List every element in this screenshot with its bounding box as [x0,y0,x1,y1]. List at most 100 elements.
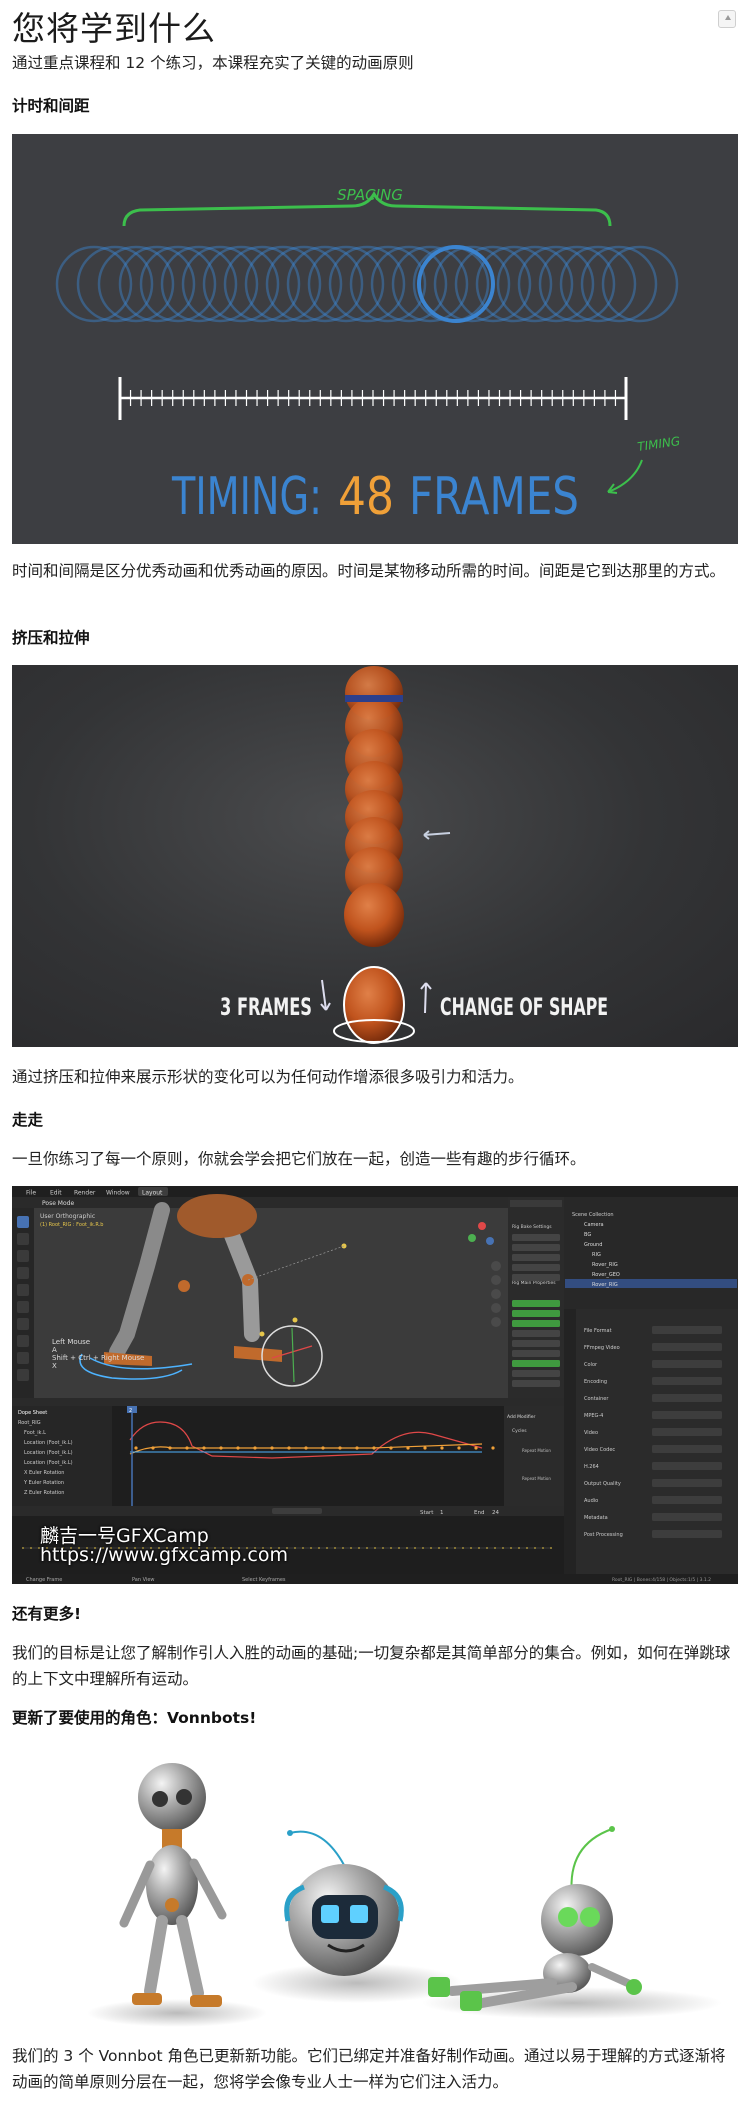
menu-item[interactable]: File [26,1190,36,1197]
keyframe[interactable] [168,1446,172,1450]
keyframe[interactable] [372,1446,376,1450]
keyframe[interactable] [236,1446,240,1450]
section-heading-timing: 计时和间距 [12,97,90,115]
panel-field[interactable] [512,1300,560,1307]
keyframe[interactable] [406,1446,410,1450]
tool-icon[interactable] [17,1250,29,1262]
outliner-item[interactable]: Rover_RIG [592,1262,618,1268]
property-label: Encoding [584,1379,607,1385]
channel-item[interactable]: Location (Foot_ik.L) [24,1450,73,1456]
panel-field[interactable] [512,1340,560,1347]
property-field[interactable] [652,1428,722,1436]
channel-item[interactable]: Z Euler Rotation [24,1490,64,1496]
property-label: Output Quality [584,1481,621,1487]
keyframe[interactable] [457,1446,461,1450]
keyframe[interactable] [355,1446,359,1450]
timing-frames-word: FRAMES [409,467,579,527]
menu-item[interactable]: Render [74,1190,96,1197]
property-field[interactable] [652,1462,722,1470]
keyframe[interactable] [202,1446,206,1450]
keyframe[interactable] [287,1446,291,1450]
outliner-item[interactable]: Ground [584,1242,602,1248]
tool-icon[interactable] [17,1216,29,1228]
panel-field[interactable] [512,1320,560,1327]
panel-field[interactable] [512,1274,560,1281]
svg-text:Start: Start [420,1510,434,1516]
menu-item[interactable]: Edit [50,1190,62,1197]
outliner-item[interactable]: Rover_RIG [592,1282,618,1288]
nav-button[interactable] [491,1289,501,1299]
property-field[interactable] [652,1513,722,1521]
outliner-item[interactable]: Rover_GEO [592,1272,620,1278]
channel-item[interactable]: X Euler Rotation [24,1470,64,1476]
timing-word: TIMING: [171,467,322,527]
keyframe[interactable] [219,1446,223,1450]
svg-text:Shift + Ctrl + Right Mouse: Shift + Ctrl + Right Mouse [52,1354,144,1362]
nav-button[interactable] [491,1303,501,1313]
property-field[interactable] [652,1377,722,1385]
menu-item[interactable]: Window [106,1190,130,1197]
property-label: Container [584,1396,609,1402]
tool-icon[interactable] [17,1284,29,1296]
keyframe[interactable] [321,1446,325,1450]
page-title: 您将学到什么 [12,9,216,48]
property-field[interactable] [652,1360,722,1368]
panel-field[interactable] [512,1350,560,1357]
tool-icon[interactable] [17,1335,29,1347]
panel-field[interactable] [512,1254,560,1261]
tool-icon[interactable] [17,1369,29,1381]
keyframe[interactable] [185,1446,189,1450]
property-field[interactable] [652,1326,722,1334]
tool-icon[interactable] [17,1267,29,1279]
nav-button[interactable] [491,1317,501,1327]
keyframe[interactable] [134,1446,138,1450]
keyframe[interactable] [338,1446,342,1450]
channel-item[interactable]: Location (Foot_ik.L) [24,1440,73,1446]
mode-selector[interactable]: Pose Mode [42,1200,74,1207]
keyframe[interactable] [151,1446,155,1450]
panel-field[interactable] [512,1264,560,1271]
channel-item[interactable]: Dope Sheet [18,1410,47,1416]
property-field[interactable] [652,1530,722,1538]
panel-field[interactable] [512,1380,560,1387]
keyframe[interactable] [491,1446,495,1450]
playback-controls[interactable] [272,1508,322,1514]
panel-field[interactable] [512,1370,560,1377]
tool-icon[interactable] [17,1301,29,1313]
panel-field[interactable] [512,1244,560,1251]
property-field[interactable] [652,1394,722,1402]
property-field[interactable] [652,1445,722,1453]
keyframe[interactable] [270,1446,274,1450]
keyframe[interactable] [440,1446,444,1450]
nav-button[interactable] [491,1261,501,1271]
channel-item[interactable]: Location (Foot_ik.L) [24,1460,73,1466]
keyframe[interactable] [304,1446,308,1450]
property-field[interactable] [652,1479,722,1487]
panel-field[interactable] [512,1360,560,1367]
panel-field[interactable] [512,1234,560,1241]
intro-text: 通过重点课程和 12 个练习，本课程充实了关键的动画原则 [12,54,414,72]
scroll-up-button[interactable] [718,10,736,28]
svg-text:Pan View: Pan View [132,1577,154,1583]
keyframe[interactable] [253,1446,257,1450]
property-field[interactable] [652,1411,722,1419]
outliner-item[interactable]: BG [584,1232,591,1238]
property-field[interactable] [652,1496,722,1504]
outliner-item[interactable]: RIG [592,1252,601,1258]
keyframe[interactable] [423,1446,427,1450]
outliner-item[interactable]: Camera [584,1222,604,1228]
keyframe[interactable] [474,1446,478,1450]
channel-item[interactable]: Y Euler Rotation [23,1480,64,1486]
channel-item[interactable]: Root_RIG [18,1420,41,1426]
tool-icon[interactable] [17,1233,29,1245]
channel-item[interactable]: Foot_ik.L [24,1430,46,1436]
keyframe[interactable] [389,1446,393,1450]
tool-icon[interactable] [17,1318,29,1330]
panel-field[interactable] [512,1330,560,1337]
panel-field[interactable] [512,1310,560,1317]
property-field[interactable] [652,1343,722,1351]
ball-stripe [345,695,403,702]
property-label: Color [584,1362,598,1368]
nav-button[interactable] [491,1275,501,1285]
tool-icon[interactable] [17,1352,29,1364]
